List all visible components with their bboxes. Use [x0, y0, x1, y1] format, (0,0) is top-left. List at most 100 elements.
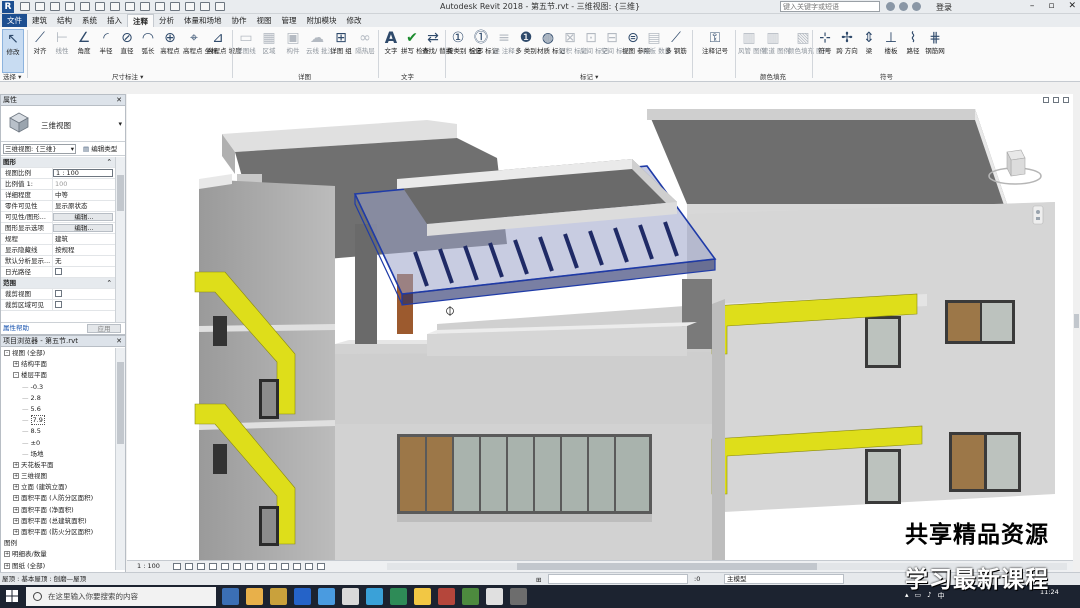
multi-rebar-button[interactable]: ⟋ 多 钢筋 [665, 29, 687, 55]
component-button[interactable]: ▣ 构件 [282, 29, 304, 55]
chevron-down-icon[interactable]: ▾ [118, 120, 122, 128]
help-search-input[interactable]: 键入关键字或短语 [780, 1, 880, 12]
beam-annotation-button[interactable]: ≡ 梁 注释 [493, 29, 515, 55]
pipe-legend-button[interactable]: ▥ 管道 图例 [762, 29, 790, 55]
browser-tree-item[interactable]: 图例 [1, 538, 115, 549]
category-range[interactable]: 范围 ⌃ [1, 278, 115, 289]
expand-icon[interactable]: + [13, 506, 19, 513]
tag-all-button[interactable]: ⓵ 全部 标记 [470, 29, 498, 55]
fabric-symbol-button[interactable]: ⋕ 钢筋网 [924, 29, 946, 55]
instance-filter-select[interactable]: 三维视图: {三维} ▾ [3, 144, 76, 154]
game-icon[interactable] [366, 588, 383, 605]
dimension-panel-label[interactable]: 尺寸标注 ▾ [112, 71, 143, 81]
tab-analyze[interactable]: 分析 [154, 14, 179, 27]
tab-insert[interactable]: 插入 [102, 14, 127, 27]
select-panel-label[interactable]: 选择 ▾ [3, 71, 21, 81]
edit-type-button[interactable]: ▤ 编辑类型 [83, 142, 117, 156]
browser-scrollbar[interactable] [115, 348, 125, 570]
browser-tree-item[interactable]: - 视图 (全部) [1, 348, 115, 359]
duct-legend-button[interactable]: ▥ 风管 图例 [738, 29, 766, 55]
tab-massing-site[interactable]: 体量和场地 [179, 14, 227, 27]
close-icon[interactable]: ✕ [1068, 1, 1076, 11]
lock-view-icon[interactable] [257, 563, 265, 570]
material-tag-button[interactable]: ◍ 材质 标记 [537, 29, 565, 55]
player-icon[interactable] [438, 588, 455, 605]
insulation-button[interactable]: ∞ 隔热层 [354, 29, 376, 55]
expand-icon[interactable]: + [4, 562, 10, 569]
user-icon[interactable] [912, 2, 921, 11]
minimize-icon[interactable]: – [1030, 1, 1035, 11]
viewport-scrollbar[interactable] [1073, 94, 1080, 560]
tab-systems[interactable]: 系统 [77, 14, 102, 27]
spelling-button[interactable]: ✔ 拼写 检查 [401, 29, 429, 55]
analysis-display-field[interactable]: 无 [53, 256, 115, 266]
collapse-icon[interactable]: - [4, 350, 10, 356]
area-tag-button[interactable]: ⊠ 面积 标记 [559, 29, 587, 55]
tab-manage[interactable]: 管理 [277, 14, 302, 27]
diameter-dimension-button[interactable]: ⊘ 直径 [116, 29, 138, 55]
graphic-display-edit-button[interactable]: 编辑... [53, 224, 113, 232]
edge-icon[interactable] [294, 588, 311, 605]
task-view-icon[interactable] [222, 588, 239, 605]
tab-structure[interactable]: 结构 [52, 14, 77, 27]
spot-elevation-button[interactable]: ⊕ 高程点 [159, 29, 181, 55]
align-dimension-button[interactable]: ⟋ 对齐 [29, 29, 51, 55]
app-icon[interactable] [510, 588, 527, 605]
hidden-lines-field[interactable]: 按规程 [53, 245, 115, 255]
find-replace-button[interactable]: ⇄ 查找/ 替换 [422, 29, 452, 55]
navigation-bar[interactable] [1032, 205, 1044, 225]
analytical-model-icon[interactable] [305, 563, 313, 570]
multi-category-button[interactable]: ❶多 类别 [515, 29, 537, 55]
browser-tree-item[interactable]: —8.5 [1, 426, 115, 437]
crop-view-icon[interactable] [233, 563, 241, 570]
revit-taskbar-icon[interactable] [486, 588, 503, 605]
sun-path-icon[interactable] [197, 563, 205, 570]
mail-icon[interactable] [342, 588, 359, 605]
expand-icon[interactable]: + [4, 551, 10, 558]
tag-by-category-button[interactable]: ① 按类别 标记 [447, 29, 482, 55]
spot-coordinate-button[interactable]: ⌖ 高程点 坐标 [183, 29, 218, 55]
properties-scrollbar[interactable] [115, 157, 125, 322]
close-icon[interactable] [1063, 97, 1069, 103]
expand-icon[interactable]: + [13, 473, 19, 480]
angular-dimension-button[interactable]: ∠ 角度 [73, 29, 95, 55]
browser-tree-item[interactable]: — -0.3 [1, 382, 115, 393]
crop-view-checkbox[interactable] [55, 290, 62, 297]
browser-icon[interactable] [390, 588, 407, 605]
building-model[interactable] [127, 94, 1073, 560]
browser-tree-item[interactable]: — 场地 [1, 449, 115, 460]
text-button[interactable]: A 文字 [380, 29, 402, 56]
render-icon[interactable] [221, 563, 229, 570]
visibility-graphics-edit-button[interactable]: 编辑... [53, 213, 113, 221]
store-icon[interactable] [318, 588, 335, 605]
detail-group-button[interactable]: ⊞ 详图 组 [330, 29, 352, 55]
tread-number-button[interactable]: ▤ 踏板 数量 [643, 29, 671, 55]
viewcube[interactable] [985, 144, 1045, 254]
browser-icon[interactable] [414, 588, 431, 605]
taskbar-search-input[interactable]: 在这里输入你要搜索的内容 [26, 587, 216, 606]
detail-level-field[interactable]: 中等 [53, 190, 115, 200]
highlight-displacement-icon[interactable] [317, 563, 325, 570]
path-symbol-button[interactable]: ⌇ 路径 [902, 29, 924, 55]
browser-tree-item[interactable]: - 楼层平面 [1, 370, 115, 381]
tab-annotate[interactable]: 注释 [127, 14, 154, 27]
browser-tree-item[interactable]: + 图纸 (全部) [1, 561, 115, 572]
folder-icon[interactable] [270, 588, 287, 605]
arc-length-button[interactable]: ◠ 弧长 [137, 29, 159, 55]
subscription-icon[interactable] [899, 2, 908, 11]
browser-tree-item[interactable]: + 三维视图 [1, 471, 115, 482]
browser-tree-item[interactable]: + 面积平面 (总建筑面积) [1, 516, 115, 527]
view-scale-button[interactable]: 1 : 100 [137, 561, 160, 572]
temporary-hide-icon[interactable] [269, 563, 277, 570]
view-scale-field[interactable]: 1 : 100 [53, 169, 113, 177]
revision-cloud-button[interactable]: ☁ 云线 批注 [306, 29, 334, 55]
modify-button[interactable]: ↖ 修改 [2, 29, 24, 73]
apply-button[interactable]: 应用 [87, 324, 121, 333]
tag-panel-label[interactable]: 标记 ▾ [580, 71, 598, 81]
detail-line-button[interactable]: ▭ 详图线 [235, 29, 257, 55]
worksharing-icon[interactable] [293, 563, 301, 570]
detail-level-icon[interactable] [173, 563, 181, 570]
browser-tree-item[interactable]: + 面积平面 (人防分区面积) [1, 493, 115, 504]
expand-icon[interactable]: + [13, 484, 19, 491]
browser-tree-item[interactable]: + 天花板平面 [1, 460, 115, 471]
